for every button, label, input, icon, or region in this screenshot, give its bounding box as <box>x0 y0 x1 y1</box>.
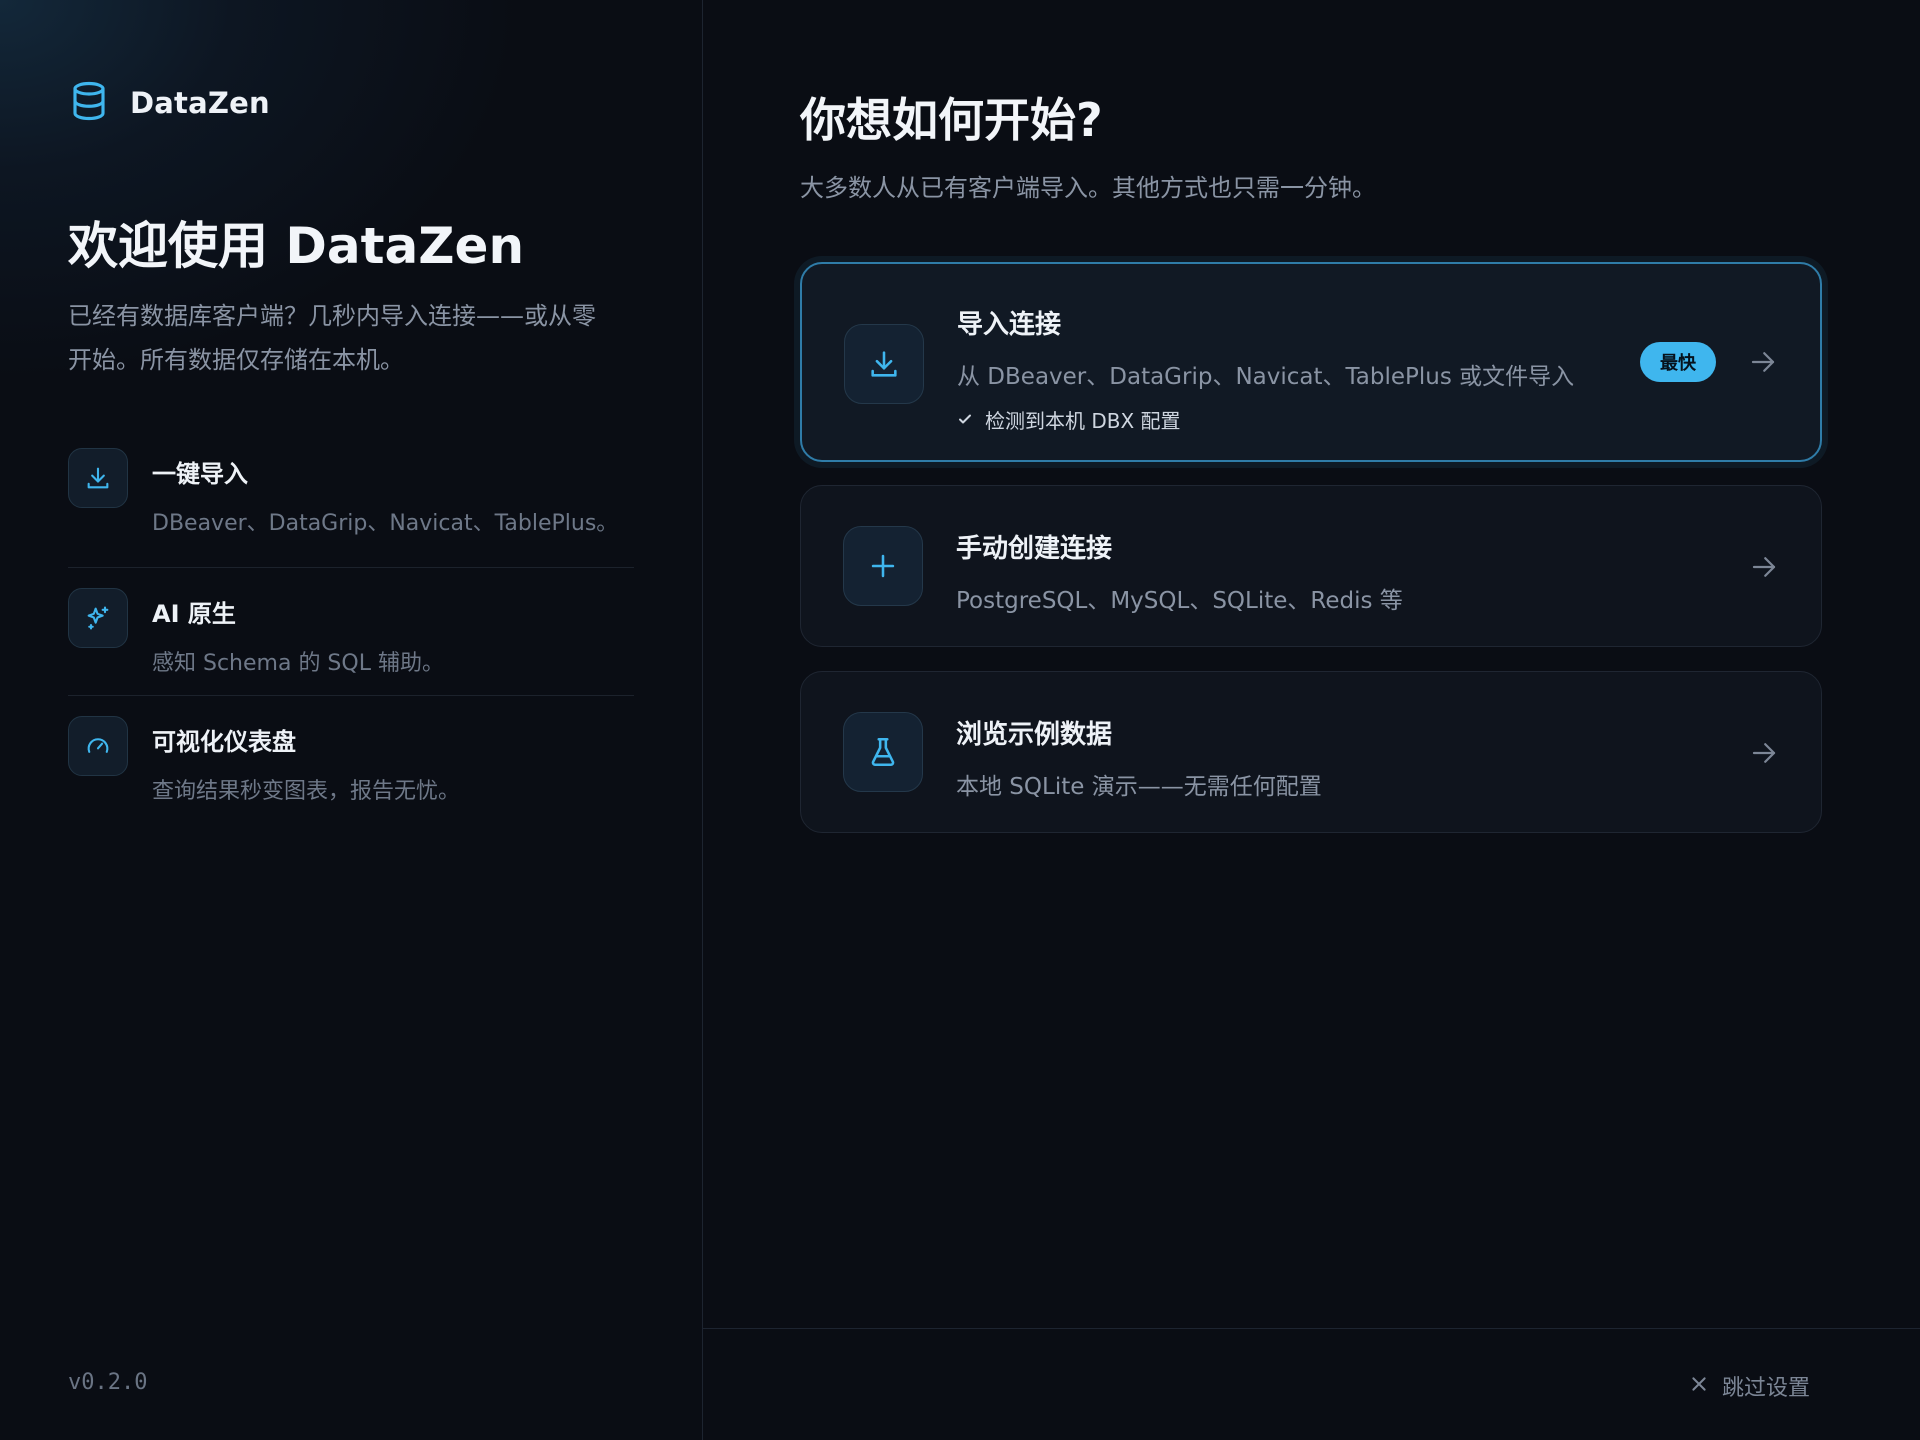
card-desc: 本地 SQLite 演示——无需任何配置 <box>956 774 1322 800</box>
card-text: 浏览示例数据 本地 SQLite 演示——无需任何配置 <box>956 714 1322 801</box>
flask-icon <box>843 712 923 792</box>
footer-divider <box>703 1328 1920 1329</box>
download-icon <box>68 448 128 508</box>
feature-title: 可视化仪表盘 <box>152 728 296 756</box>
feature-item: 一键导入 DBeaver、DataGrip、Navicat、TablePlus。 <box>68 440 634 568</box>
arrow-right-icon <box>1751 352 1775 372</box>
close-icon <box>1690 1374 1708 1399</box>
fastest-badge: 最快 <box>1640 342 1716 382</box>
arrow-right-icon <box>1752 557 1776 577</box>
page-subtitle: 大多数人从已有客户端导入。其他方式也只需一分钟。 <box>800 174 1376 202</box>
welcome-title: 欢迎使用 DataZen <box>68 217 525 275</box>
feature-desc: DBeaver、DataGrip、Navicat、TablePlus。 <box>152 511 619 536</box>
sparkle-icon <box>68 588 128 648</box>
page-title: 你想如何开始? <box>800 93 1103 147</box>
feature-list: 一键导入 DBeaver、DataGrip、Navicat、TablePlus。… <box>68 440 634 824</box>
feature-title: 一键导入 <box>152 460 248 488</box>
database-icon <box>68 80 110 126</box>
card-desc: 从 DBeaver、DataGrip、Navicat、TablePlus 或文件… <box>957 364 1575 390</box>
feature-title: AI 原生 <box>152 600 236 628</box>
sample-data-card[interactable]: 浏览示例数据 本地 SQLite 演示——无需任何配置 <box>800 671 1822 833</box>
detected-config: 检测到本机 DBX 配置 <box>957 405 1574 434</box>
brand-name: DataZen <box>130 86 270 120</box>
plus-icon <box>843 526 923 606</box>
feature-desc: 感知 Schema 的 SQL 辅助。 <box>152 651 444 676</box>
card-title: 浏览示例数据 <box>956 720 1113 750</box>
download-icon <box>844 324 924 404</box>
import-connection-card[interactable]: 导入连接 从 DBeaver、DataGrip、Navicat、TablePlu… <box>800 262 1822 462</box>
brand: DataZen <box>68 80 270 126</box>
welcome-intro: 已经有数据库客户端？几秒内导入连接——或从零开始。所有数据仅存储在本机。 <box>68 302 596 374</box>
version-label: v0.2.0 <box>68 1370 148 1395</box>
card-title: 手动创建连接 <box>956 534 1113 564</box>
welcome-panel: DataZen 欢迎使用 DataZen 已经有数据库客户端？几秒内导入连接——… <box>0 0 703 1440</box>
card-desc: PostgreSQL、MySQL、SQLite、Redis 等 <box>956 588 1403 614</box>
arrow-right-icon <box>1752 743 1776 763</box>
check-icon <box>957 408 973 432</box>
manual-connection-card[interactable]: 手动创建连接 PostgreSQL、MySQL、SQLite、Redis 等 <box>800 485 1822 647</box>
card-text: 手动创建连接 PostgreSQL、MySQL、SQLite、Redis 等 <box>956 528 1403 615</box>
skip-setup-label: 跳过设置 <box>1721 1376 1810 1401</box>
detected-text: 检测到本机 DBX 配置 <box>985 409 1181 433</box>
gauge-icon <box>68 716 128 776</box>
feature-item: 可视化仪表盘 查询结果秒变图表，报告无忧。 <box>68 696 634 824</box>
card-text: 导入连接 从 DBeaver、DataGrip、Navicat、TablePlu… <box>957 304 1574 434</box>
start-panel: 你想如何开始? 大多数人从已有客户端导入。其他方式也只需一分钟。 导入连接 从 … <box>703 0 1920 1440</box>
feature-desc: 查询结果秒变图表，报告无忧。 <box>152 779 461 804</box>
feature-item: AI 原生 感知 Schema 的 SQL 辅助。 <box>68 568 634 696</box>
skip-setup-button[interactable]: 跳过设置 <box>1690 1370 1810 1402</box>
card-title: 导入连接 <box>957 310 1062 340</box>
